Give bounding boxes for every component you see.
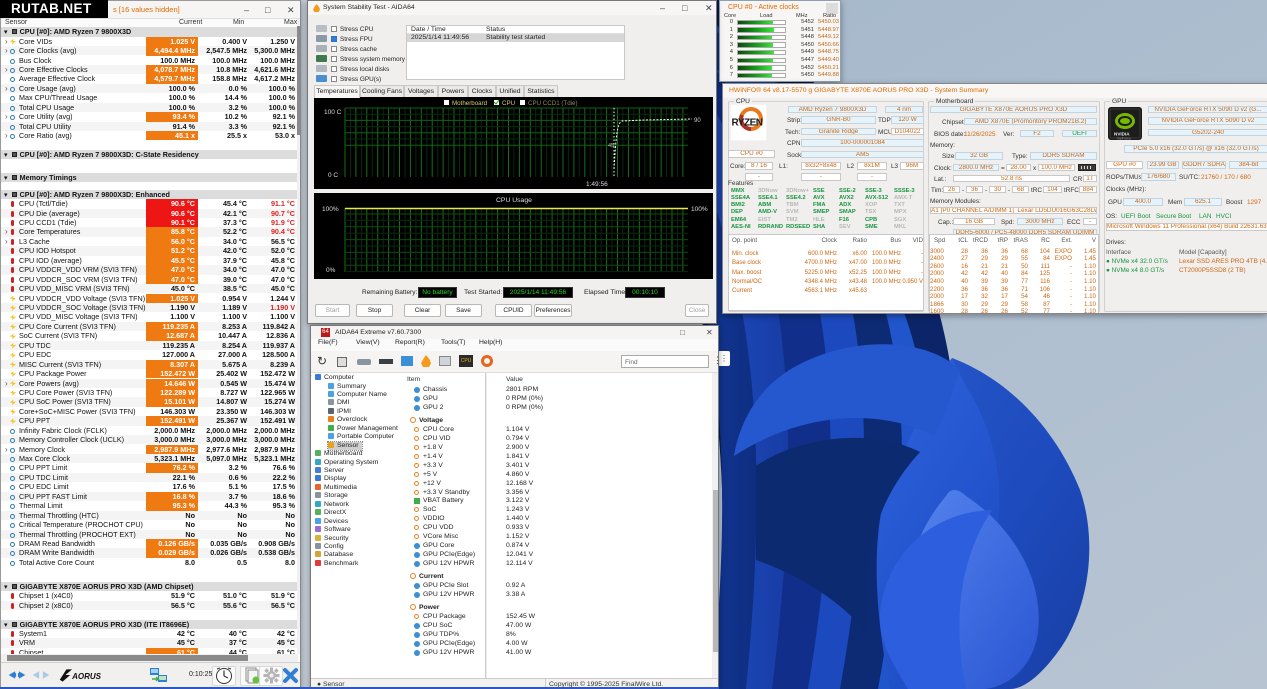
- svg-text:Motherboard: Motherboard: [452, 100, 488, 107]
- svg-text:100%: 100%: [322, 206, 339, 213]
- svg-text:0 C: 0 C: [328, 172, 338, 179]
- svg-text:1:49:56: 1:49:56: [586, 181, 608, 188]
- svg-text:CPU: CPU: [502, 100, 515, 107]
- svg-text:AORUS: AORUS: [71, 672, 102, 681]
- svg-text:RYZEN: RYZEN: [732, 118, 763, 129]
- svg-text:100%: 100%: [691, 206, 708, 213]
- svg-text:CPU CCD1 (Tdie): CPU CCD1 (Tdie): [528, 100, 578, 107]
- svg-text:90: 90: [694, 118, 701, 124]
- svg-text:CPU Usage: CPU Usage: [496, 197, 532, 204]
- svg-text:45: 45: [608, 143, 614, 149]
- svg-text:0%: 0%: [326, 267, 336, 274]
- svg-text:GeForce: GeForce: [1117, 137, 1131, 141]
- svg-text:100 C: 100 C: [324, 109, 342, 116]
